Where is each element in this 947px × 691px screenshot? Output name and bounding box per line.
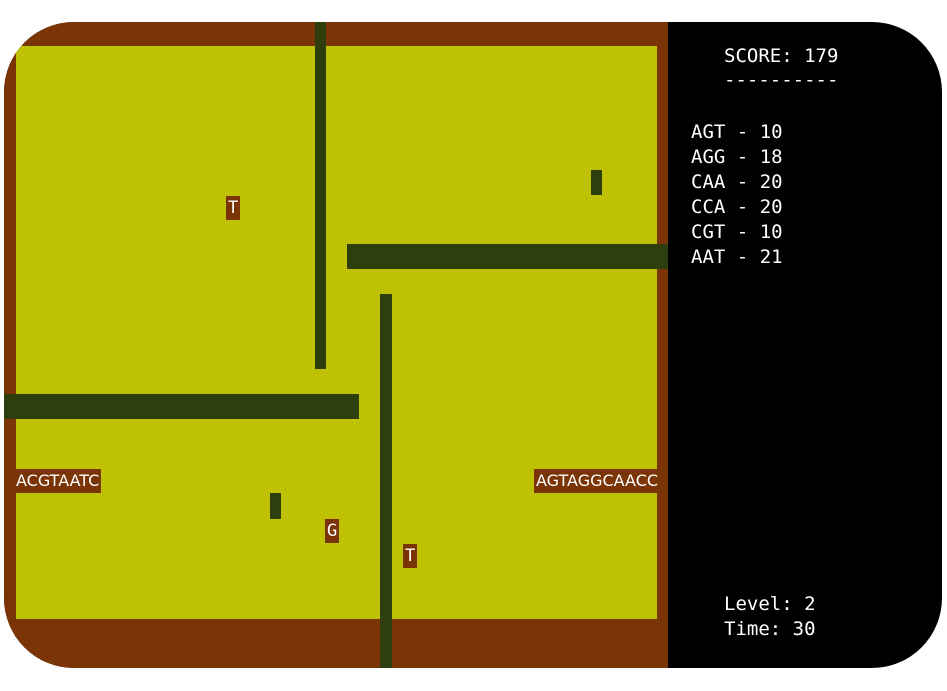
pickup-letter: T (226, 196, 241, 220)
codon-separator: - (736, 121, 749, 143)
codon-name: CAA (691, 171, 726, 193)
codon-target-list: AGT - 10 AGG - 18 CAA - 20 CCA - 20 CGT … (691, 120, 783, 270)
time-label: Time: (724, 618, 782, 640)
score-value: 179 (804, 45, 839, 67)
wall-vertical-bottom (380, 294, 392, 668)
codon-points: 20 (759, 171, 783, 193)
game-screen: T G T ACGTAATC AGTAGGCAACC SCORE: 179 --… (4, 22, 942, 668)
score-label: SCORE: (724, 45, 793, 67)
codon-item: CAA - 20 (691, 170, 783, 195)
level-label: Level: (724, 593, 793, 615)
wall-block-bottom-left (270, 493, 281, 519)
codon-name: CCA (691, 196, 726, 218)
codon-points: 20 (759, 196, 783, 218)
codon-points: 18 (759, 146, 783, 168)
codon-points: 21 (759, 246, 783, 268)
codon-name: AGT (691, 121, 726, 143)
codon-separator: - (736, 146, 749, 168)
codon-name: AAT (691, 246, 726, 268)
score-panel: SCORE: 179 ---------- AGT - 10 AGG - 18 … (668, 22, 942, 668)
wall-vertical-top (315, 22, 326, 369)
codon-points: 10 (759, 121, 783, 143)
codon-separator: - (736, 171, 749, 193)
codon-item: AGT - 10 (691, 120, 783, 145)
codon-name: AGG (691, 146, 726, 168)
time-readout: Time: 30 (724, 617, 816, 642)
codon-item: CGT - 10 (691, 220, 783, 245)
snake-sequence-right: AGTAGGCAACC (534, 469, 661, 493)
wall-horizontal-left (4, 394, 359, 419)
level-readout: Level: 2 (724, 592, 816, 617)
snake-sequence-left: ACGTAATC (14, 469, 102, 493)
codon-item: CCA - 20 (691, 195, 783, 220)
score-divider: ---------- (724, 69, 839, 91)
level-value: 2 (804, 593, 816, 615)
codon-points: 10 (759, 221, 783, 243)
codon-item: AAT - 21 (691, 245, 783, 270)
pickup-letter: G (325, 519, 340, 543)
time-value: 30 (792, 618, 816, 640)
score-readout: SCORE: 179 (724, 44, 838, 68)
codon-name: CGT (691, 221, 726, 243)
pickup-letter: T (403, 544, 418, 568)
wall-block-top-right (591, 170, 602, 195)
codon-separator: - (736, 221, 749, 243)
codon-separator: - (736, 246, 749, 268)
codon-item: AGG - 18 (691, 145, 783, 170)
wall-horizontal-right (347, 244, 668, 269)
board-border: T G T ACGTAATC AGTAGGCAACC (4, 22, 668, 668)
codon-separator: - (736, 196, 749, 218)
